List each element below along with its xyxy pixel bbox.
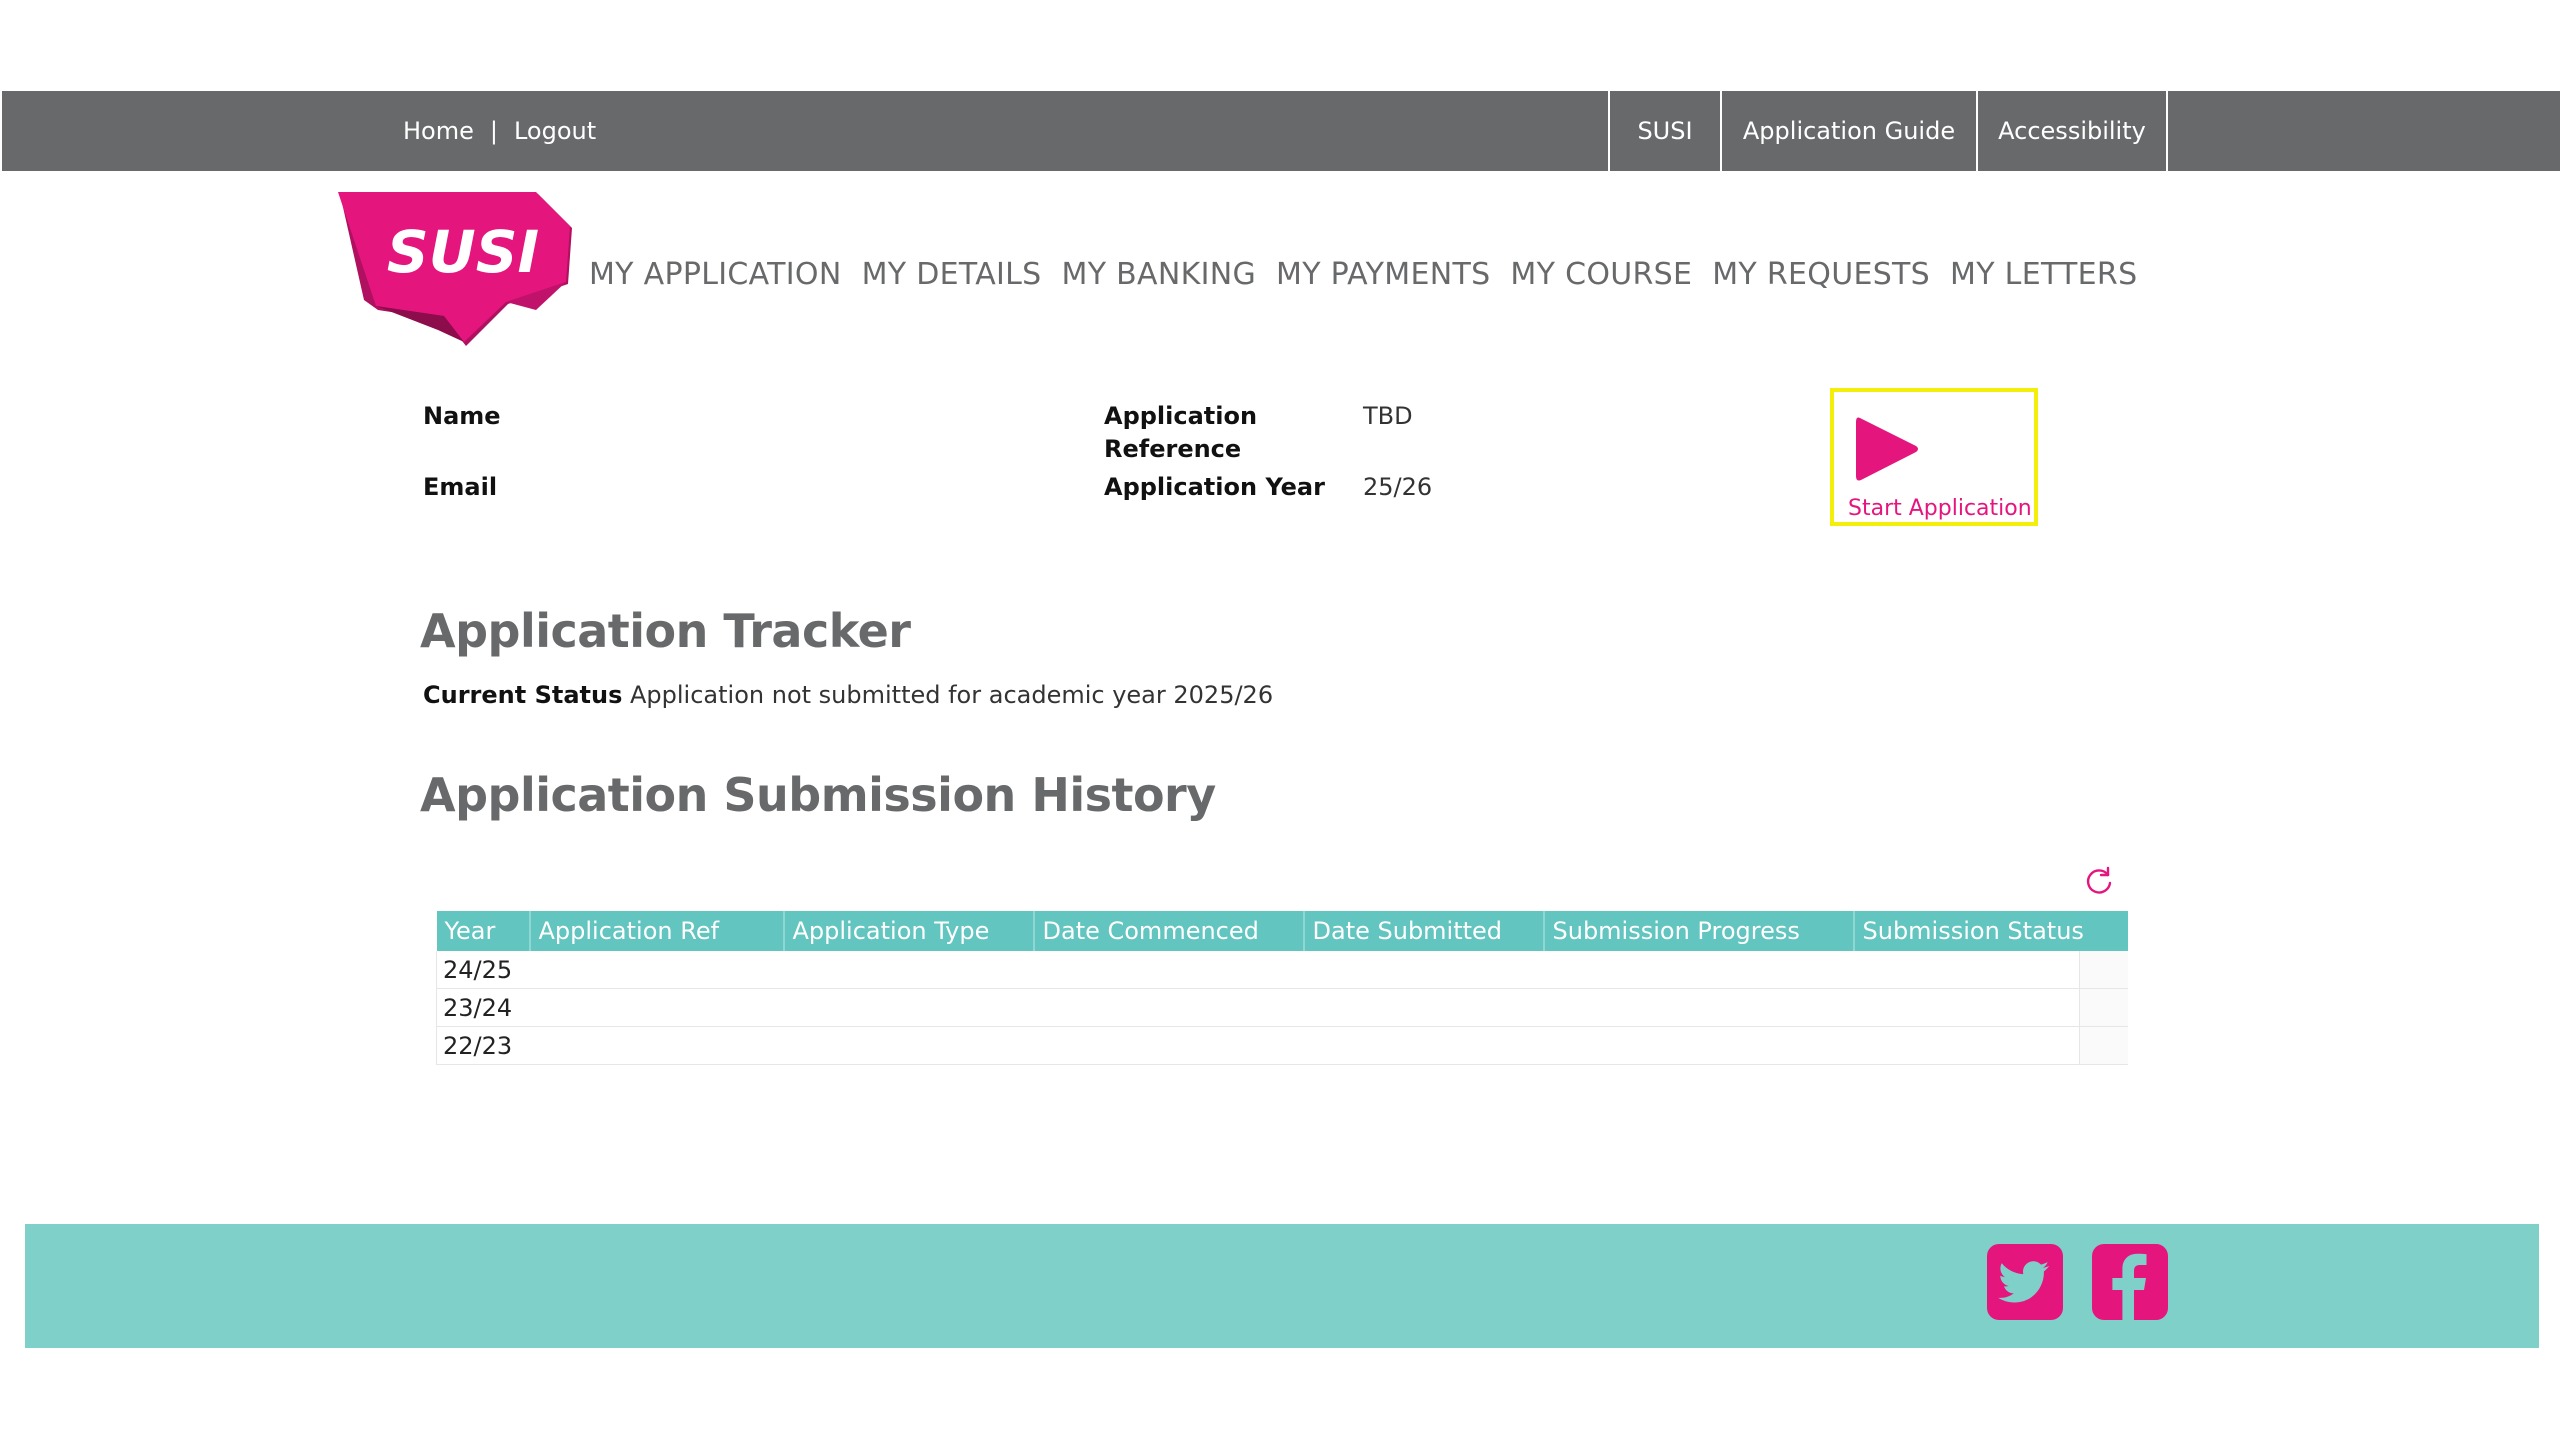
year-cell: 23/24 — [436, 988, 530, 1027]
application-type-cell — [783, 1026, 1034, 1065]
table-header-row: Year Application Ref Application Type Da… — [436, 911, 2128, 951]
application-type-cell — [783, 988, 1034, 1027]
logout-link[interactable]: Logout — [514, 117, 596, 145]
top-utility-bar: Home | Logout SUSI Application Guide Acc… — [2, 91, 2560, 171]
year-cell: 22/23 — [436, 1026, 530, 1065]
submission-history-table: Year Application Ref Application Type Da… — [436, 911, 2128, 1065]
tracker-heading: Application Tracker — [420, 604, 911, 658]
application-ref-cell — [529, 988, 784, 1027]
twitter-icon[interactable] — [1987, 1244, 2063, 1320]
column-header-date-submitted[interactable]: Date Submitted — [1303, 911, 1545, 951]
date-submitted-cell — [1303, 951, 1544, 989]
account-links: Home | Logout — [403, 91, 596, 171]
date-commenced-cell — [1033, 1026, 1304, 1065]
facebook-icon[interactable] — [2092, 1244, 2168, 1320]
application-reference-value: TBD — [1363, 402, 1413, 430]
table-row[interactable]: 23/24 — [436, 988, 2128, 1027]
application-year-label: Application Year — [1104, 473, 1325, 501]
refresh-icon[interactable] — [2084, 866, 2114, 896]
nav-my-requests[interactable]: MY REQUESTS — [1712, 257, 1930, 292]
susi-logo[interactable]: SUSI — [338, 192, 574, 348]
submission-progress-cell — [1543, 988, 1854, 1027]
application-type-cell — [783, 951, 1034, 989]
column-header-application-type[interactable]: Application Type — [783, 911, 1035, 951]
submission-status-cell — [1853, 951, 2128, 989]
main-navigation: MY APPLICATION MY DETAILS MY BANKING MY … — [589, 252, 2137, 296]
email-label: Email — [423, 473, 498, 501]
accessibility-link[interactable]: Accessibility — [1976, 91, 2168, 171]
utility-links: SUSI Application Guide Accessibility — [1608, 91, 2168, 171]
application-reference-label-line1: Application — [1104, 402, 1258, 430]
submission-status-cell — [1853, 988, 2128, 1027]
logo-text: SUSI — [387, 218, 539, 286]
current-status-label: Current Status — [423, 681, 623, 709]
name-label: Name — [423, 402, 501, 430]
date-commenced-cell — [1033, 988, 1304, 1027]
column-header-year[interactable]: Year — [436, 911, 531, 951]
start-application-label: Start Application — [1848, 496, 2032, 521]
column-header-submission-progress[interactable]: Submission Progress — [1543, 911, 1855, 951]
column-header-submission-status[interactable]: Submission Status — [1853, 911, 2128, 951]
nav-my-details[interactable]: MY DETAILS — [862, 257, 1042, 292]
table-row[interactable]: 24/25 — [436, 951, 2128, 989]
column-header-application-ref[interactable]: Application Ref — [529, 911, 785, 951]
nav-my-application[interactable]: MY APPLICATION — [589, 257, 842, 292]
nav-my-letters[interactable]: MY LETTERS — [1950, 257, 2137, 292]
year-cell: 24/25 — [436, 951, 530, 989]
current-status: Current Status Application not submitted… — [423, 681, 1273, 709]
date-submitted-cell — [1303, 1026, 1544, 1065]
home-link[interactable]: Home — [403, 117, 474, 145]
start-application-button[interactable]: Start Application — [1830, 388, 2038, 526]
application-ref-cell — [529, 1026, 784, 1065]
application-guide-link[interactable]: Application Guide — [1720, 91, 1976, 171]
susi-link[interactable]: SUSI — [1608, 91, 1720, 171]
column-header-date-commenced[interactable]: Date Commenced — [1033, 911, 1305, 951]
application-ref-cell — [529, 951, 784, 989]
submission-status-cell — [1853, 1026, 2128, 1065]
history-heading: Application Submission History — [420, 768, 1216, 822]
submission-progress-cell — [1543, 1026, 1854, 1065]
nav-my-payments[interactable]: MY PAYMENTS — [1276, 257, 1490, 292]
nav-my-course[interactable]: MY COURSE — [1510, 257, 1692, 292]
current-status-text: Application not submitted for academic y… — [630, 681, 1274, 709]
link-separator: | — [489, 117, 498, 145]
nav-my-banking[interactable]: MY BANKING — [1062, 257, 1257, 292]
submission-progress-cell — [1543, 951, 1854, 989]
play-icon — [1856, 417, 1918, 481]
table-row[interactable]: 22/23 — [436, 1026, 2128, 1065]
application-reference-label-line2: Reference — [1104, 435, 1242, 463]
date-submitted-cell — [1303, 988, 1544, 1027]
date-commenced-cell — [1033, 951, 1304, 989]
application-year-value: 25/26 — [1363, 473, 1433, 501]
